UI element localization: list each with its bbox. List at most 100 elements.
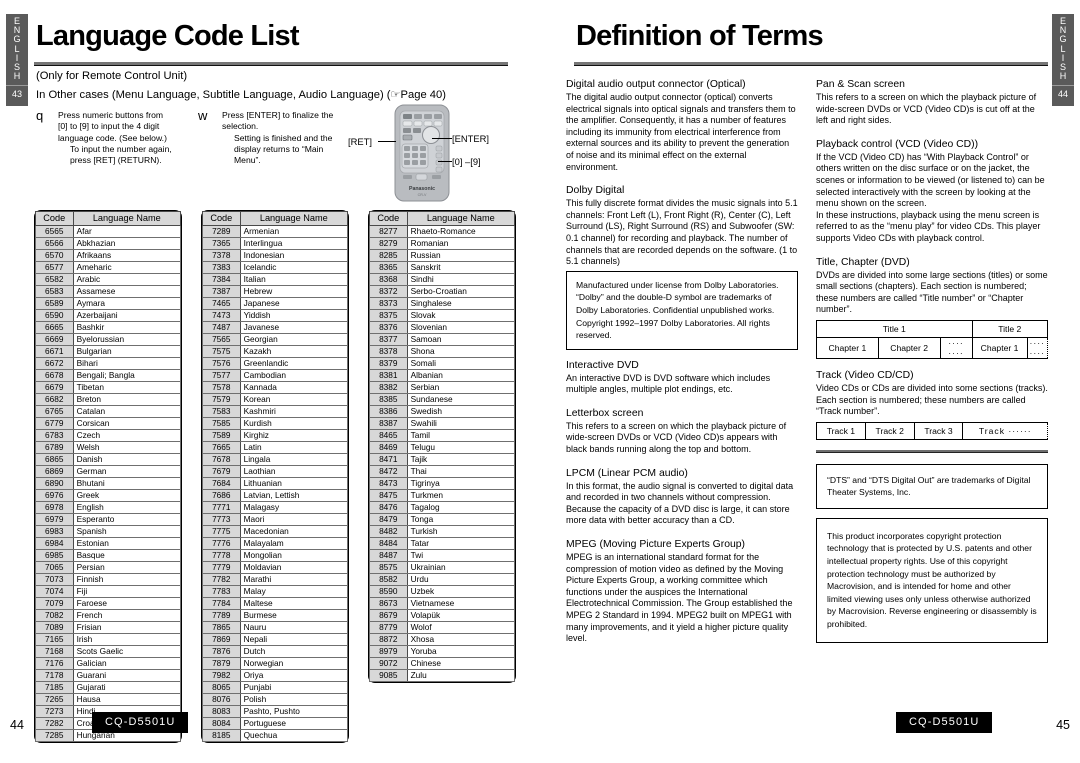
code-cell: 8479 (369, 513, 408, 526)
right-title-rule (574, 62, 1048, 66)
left-page-title: Language Code List (36, 20, 300, 52)
code-cell: 7473 (202, 309, 241, 322)
code-table-row: 6582 Arabic (35, 273, 182, 286)
title-chapter-diagram: Title 1 Title 2 Chapter 1 Chapter 2 ····… (816, 319, 1049, 359)
language-name-cell: Malay (239, 585, 349, 598)
language-code-table-1-shell: Code Language Name 6565 Afar 6566 Abkhazian 65… (34, 210, 182, 743)
code-cell: 8378 (369, 345, 408, 358)
language-name-column-header: Language Name (239, 211, 349, 226)
code-table-row: 8372 Serbo-Croatian (369, 285, 516, 298)
code-table-row: 6570 Afrikaans (35, 249, 182, 262)
term-body-lpcm: In this format, the audio signal is conv… (566, 480, 794, 526)
code-table-row: 6978 English (35, 501, 182, 514)
language-name-cell: Cambodian (239, 369, 349, 382)
language-name-cell: Welsh (72, 441, 182, 454)
language-name-cell: Malagasy (239, 501, 349, 514)
language-name-cell: Sindhi (406, 273, 516, 286)
code-cell: 8379 (369, 357, 408, 370)
language-name-cell: Icelandic (239, 261, 349, 274)
language-name-cell: Pashto, Pushto (239, 705, 349, 718)
code-cell: 7773 (202, 513, 241, 526)
code-cell: 6984 (35, 537, 74, 550)
language-name-cell: Yiddish (239, 309, 349, 322)
language-name-cell: Tonga (406, 513, 516, 526)
language-name-cell: Volapük (406, 609, 516, 622)
code-table-row: 7082 French (35, 609, 182, 622)
language-name-cell: Arabic (72, 273, 182, 286)
term-body-dolby-digital: This fully discrete format divides the m… (566, 198, 798, 267)
language-name-cell: Xhosa (406, 633, 516, 646)
code-cell: 7575 (202, 345, 241, 358)
code-table-row: 7079 Faroese (35, 597, 182, 610)
code-cell: 7771 (202, 501, 241, 514)
code-table-row: 7784 Maltese (202, 597, 349, 610)
code-table-header-row: Code Language Name (202, 211, 349, 226)
language-name-cell: Fiji (72, 585, 182, 598)
code-column-header: Code (35, 211, 74, 226)
code-cell: 7686 (202, 489, 241, 502)
language-name-cell: Slovak (406, 309, 516, 322)
code-cell: 6577 (35, 261, 74, 274)
code-cell: 7778 (202, 549, 241, 562)
right-model-badge: CQ-D5501U (896, 712, 993, 733)
code-cell: 6983 (35, 525, 74, 538)
track-3-cell: Track 3 (913, 421, 964, 440)
code-cell: 7876 (202, 645, 241, 658)
language-name-cell: English (72, 501, 182, 514)
code-cell: 6976 (35, 489, 74, 502)
code-table-row: 6669 Byelorussian (35, 333, 182, 346)
language-name-cell: Nepali (239, 633, 349, 646)
step-1-line-3: language code. (See below.) (58, 132, 167, 143)
code-table-row: 8381 Albanian (369, 369, 516, 382)
chapter-1a-cell: Chapter 1 (816, 336, 879, 359)
code-column-header: Code (202, 211, 241, 226)
code-table-row: 7876 Dutch (202, 645, 349, 658)
language-name-cell: Bulgarian (72, 345, 182, 358)
code-cell: 8279 (369, 237, 408, 250)
code-table-row: 6984 Estonian (35, 537, 182, 550)
code-table-row: 8277 Rhaeto-Romance (369, 225, 516, 238)
language-name-cell: Hebrew (239, 285, 349, 298)
step-2-sub-1: Setting is finished and the (234, 132, 333, 143)
code-cell: 8487 (369, 549, 408, 562)
code-table-header-row: Code Language Name (369, 211, 516, 226)
language-name-cell: Gujarati (72, 681, 182, 694)
code-table-row: 8872 Xhosa (369, 633, 516, 646)
code-table-row: 6577 Ameharic (35, 261, 182, 274)
term-head-letterbox: Letterbox screen (566, 407, 644, 419)
language-name-cell: Danish (72, 453, 182, 466)
language-name-cell: Tatar (406, 537, 516, 550)
svg-text:Panasonic: Panasonic (409, 186, 435, 192)
code-table-row: 6865 Danish (35, 453, 182, 466)
code-cell: 6570 (35, 249, 74, 262)
language-code-table-1: Code Language Name 6565 Afar 6566 Abkhazian 65… (35, 211, 182, 742)
code-table-row: 6566 Abkhazian (35, 237, 182, 250)
definitions-column-right: Pan & Scan screen This refers to a scree… (816, 78, 1049, 652)
code-cell: 7879 (202, 657, 241, 670)
left-subnote-2: In Other cases (Menu Language, Subtitle … (36, 89, 446, 101)
code-cell: 8779 (369, 621, 408, 634)
language-name-cell: Sundanese (406, 393, 516, 406)
code-table-row: 7684 Lithuanian (202, 477, 349, 490)
code-table-row: 8377 Samoan (369, 333, 516, 346)
title-row: Title 1 Title 2 (816, 319, 1049, 338)
language-name-cell: Thai (406, 465, 516, 478)
code-table-row: 9085 Zulu (369, 669, 516, 682)
code-table-row: 8382 Serbian (369, 381, 516, 394)
code-table-row: 7578 Kannada (202, 381, 349, 394)
code-cell: 6890 (35, 477, 74, 490)
term-body-pan-scan: This refers to a screen on which the pla… (816, 92, 1037, 126)
language-code-table-3-shell: Code Language Name 8277 Rhaeto-Romance 8279 R… (368, 210, 516, 683)
code-table-row: 8375 Slovak (369, 309, 516, 322)
code-table-row: 6665 Bashkir (35, 321, 182, 334)
language-name-cell: Moldavian (239, 561, 349, 574)
code-table-row: 8378 Shona (369, 345, 516, 358)
code-table-row: 8387 Swahili (369, 417, 516, 430)
leader-digits (438, 161, 452, 162)
language-name-cell: Assamese (72, 285, 182, 298)
language-name-cell: Nauru (239, 621, 349, 634)
code-cell: 7168 (35, 645, 74, 658)
language-name-cell: Maltese (239, 597, 349, 610)
step-1-sub-1: To input the number again, (70, 143, 172, 154)
step-2-line-2: selection. (222, 121, 259, 132)
